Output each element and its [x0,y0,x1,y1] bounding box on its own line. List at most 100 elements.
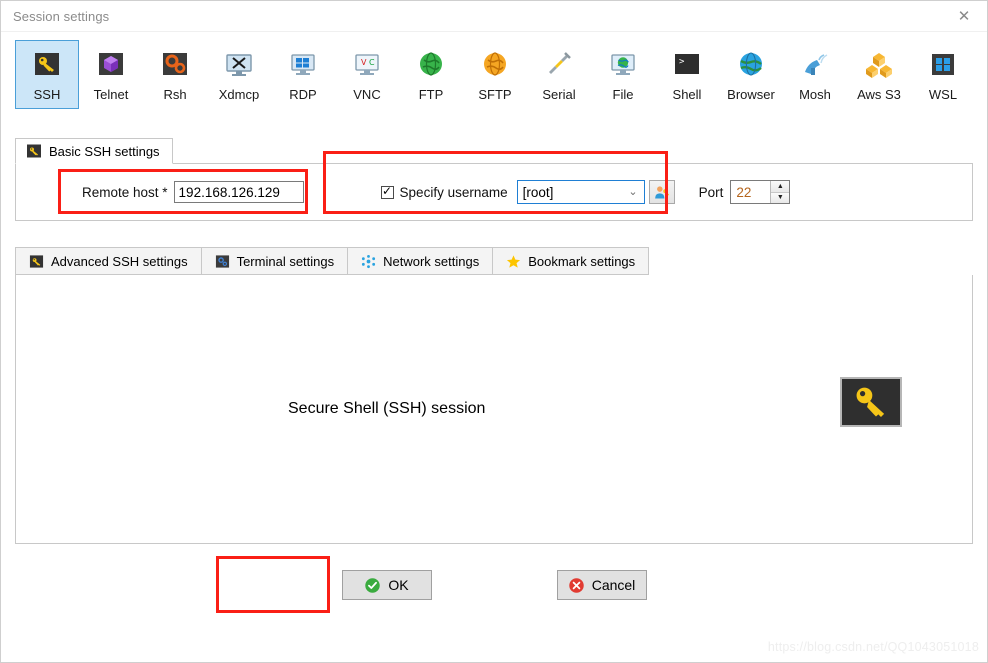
shell-terminal-icon: > [671,48,703,80]
session-type-ftp[interactable]: FTP [399,40,463,109]
subtab-label: Advanced SSH settings [51,253,188,269]
close-icon[interactable]: ✕ [941,1,987,31]
secondary-tabstrip: Advanced SSH settings Terminal settings [15,247,973,275]
session-type-aws-s3[interactable]: Aws S3 [847,40,911,109]
session-type-serial[interactable]: Serial [527,40,591,109]
session-type-label: Serial [542,87,576,102]
session-type-label: Mosh [799,87,831,102]
session-type-label: Aws S3 [857,87,901,102]
mosh-satellite-icon [799,48,831,80]
port-stepper[interactable]: 22 ▲ ▼ [730,180,791,204]
cancel-button[interactable]: Cancel [556,570,647,600]
session-type-label: Telnet [93,87,129,102]
session-type-label: Xdmcp [218,87,260,102]
session-type-sftp[interactable]: SFTP [463,40,527,109]
tab-basic-ssh-settings[interactable]: Basic SSH settings [15,138,173,164]
ok-button-label: OK [388,577,409,593]
session-type-rdp[interactable]: RDP [271,40,335,109]
settings-content: Basic SSH settings Remote host * 192.168… [1,137,987,613]
session-type-ssh[interactable]: SSH [15,40,79,109]
dialog-footer: OK Cancel [15,556,973,613]
tab-terminal-settings[interactable]: Terminal settings [200,247,348,275]
session-type-label: Rsh [163,87,187,102]
session-type-xdmcp[interactable]: Xdmcp [207,40,271,109]
aws-s3-buckets-icon [863,48,895,80]
tab-bookmark-settings[interactable]: Bookmark settings [492,247,650,275]
session-type-toolbar: SSH Telnet Rsh Xdmcp RDP V C VNC FTP SFT… [1,32,987,115]
session-type-label: RDP [289,87,317,102]
session-type-wsl[interactable]: WSL [911,40,975,109]
sftp-globe-orange-icon [479,48,511,80]
session-type-label: Shell [672,87,702,102]
session-type-telnet[interactable]: Telnet [79,40,143,109]
session-type-shell[interactable]: > Shell [655,40,719,109]
specify-username-checkbox[interactable]: ✓ [380,184,394,199]
annotation-box-ok-button [216,556,330,613]
session-type-label: WSL [928,87,958,102]
svg-text:V: V [361,58,367,67]
cancel-button-label: Cancel [591,577,636,593]
ok-button[interactable]: OK [341,570,432,600]
remote-host-field: Remote host * 192.168.126.129 [82,181,304,203]
vnc-monitor-icon: VC [351,48,383,80]
x-circle-red-icon [568,577,585,594]
title-bar: Session settings ✕ [1,1,987,32]
serial-plug-icon [543,48,575,80]
xdmcp-monitor-icon [223,48,255,80]
session-description-panel: Secure Shell (SSH) session [15,275,973,544]
user-key-icon[interactable] [648,180,675,204]
session-type-label: SSH [33,87,61,102]
basic-tabstrip: Basic SSH settings [15,137,973,164]
telnet-cube-icon [95,48,127,80]
remote-host-label: Remote host * [82,184,168,200]
session-type-label: Browser [727,87,775,102]
spin-down-icon[interactable]: ▼ [771,192,790,203]
terminal-gear-icon [215,254,230,269]
session-type-file[interactable]: File [591,40,655,109]
panel-caption: Secure Shell (SSH) session [288,400,486,417]
session-type-browser[interactable]: Browser [719,40,783,109]
port-field: Port 22 ▲ ▼ [699,180,791,204]
svg-text:>: > [679,57,685,67]
check-circle-green-icon [364,577,381,594]
network-nodes-icon [361,254,376,269]
tab-network-settings[interactable]: Network settings [347,247,493,275]
session-type-label: VNC [353,87,381,102]
rdp-windows-icon [287,48,319,80]
ftp-globe-green-icon [415,48,447,80]
file-monitor-icon [607,48,639,80]
username-combobox[interactable]: [root] ⌄ [516,180,645,204]
subtab-label: Bookmark settings [528,253,636,269]
wsl-windows-icon [927,48,959,80]
basic-ssh-panel: Remote host * 192.168.126.129 ✓ Specify … [15,151,973,221]
checkmark-icon: ✓ [382,184,393,198]
session-type-label: SFTP [478,87,512,102]
port-label: Port [698,184,724,200]
port-spin-buttons: ▲ ▼ [770,181,790,203]
window-title: Session settings [13,8,110,24]
ssh-key-icon [31,48,63,80]
session-settings-dialog: Session settings ✕ SSH Telnet Rsh Xdmcp … [0,0,988,663]
session-type-rsh[interactable]: Rsh [143,40,207,109]
port-value[interactable]: 22 [731,181,770,203]
subtab-label: Terminal settings [236,253,335,269]
specify-username-field: ✓ Specify username [root] ⌄ [380,180,675,204]
username-value: [root] [522,184,554,200]
session-type-label: File [612,87,634,102]
remote-host-input[interactable]: 192.168.126.129 [173,181,304,203]
subtab-label: Network settings [383,253,480,269]
chevron-down-icon: ⌄ [628,185,638,198]
specify-username-label: Specify username [399,184,508,200]
ssh-key-icon [26,143,42,159]
rsh-gears-icon [159,48,191,80]
session-type-vnc[interactable]: VC VNC [335,40,399,109]
watermark-text: https://blog.csdn.net/QQ1043051018 [767,640,979,654]
svg-text:C: C [369,58,375,67]
tab-advanced-ssh-settings[interactable]: Advanced SSH settings [15,247,201,275]
browser-globe-icon [735,48,767,80]
star-icon [506,254,521,269]
session-type-mosh[interactable]: Mosh [783,40,847,109]
ssh-key-large-icon [840,377,902,427]
ssh-key-icon [29,254,44,269]
spin-up-icon[interactable]: ▲ [771,181,790,193]
